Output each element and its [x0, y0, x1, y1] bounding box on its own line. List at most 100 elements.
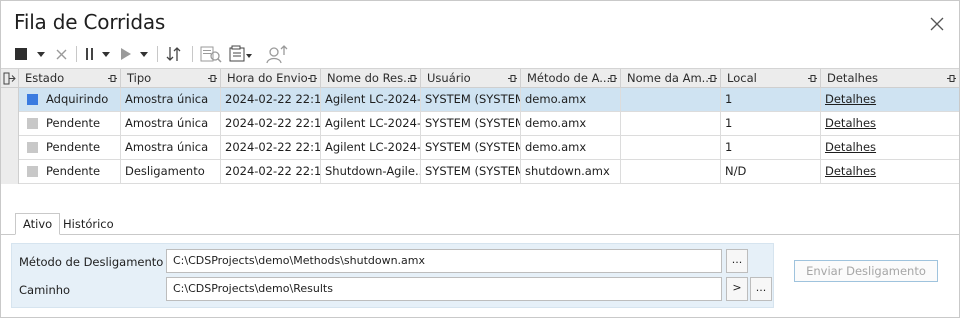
tabs-divider	[0, 234, 960, 235]
table-row[interactable]: Pendente Amostra única 2024-02-22 22:12.…	[1, 136, 959, 160]
details-link[interactable]: Detalhes	[825, 92, 876, 106]
cell-local: 1	[721, 112, 821, 136]
pin-icon[interactable]	[708, 74, 717, 83]
chevron-down-icon[interactable]	[36, 42, 46, 66]
cell-local: 1	[721, 136, 821, 160]
toolbar	[12, 42, 312, 66]
cell-detalhes: Detalhes	[821, 136, 959, 160]
cell-nome-resultado: Agilent LC-2024-...	[321, 136, 421, 160]
cell-local: N/D	[721, 160, 821, 184]
shutdown-method-field[interactable]: C:\CDSProjects\demo\Methods\shutdown.amx	[166, 249, 722, 273]
cell-nome-resultado: Agilent LC-2024-...	[321, 112, 421, 136]
cell-estado: Pendente	[19, 112, 121, 136]
row-selector[interactable]	[1, 88, 19, 112]
run-queue-grid: Estado Tipo Hora do Envio Nome do Res...…	[1, 68, 959, 214]
details-link[interactable]: Detalhes	[825, 116, 876, 130]
cell-nome-amostra	[621, 88, 721, 112]
pin-icon[interactable]	[508, 74, 517, 83]
path-label: Caminho	[19, 283, 71, 297]
cell-usuario: SYSTEM (SYSTEM)	[421, 160, 521, 184]
path-field[interactable]: C:\CDSProjects\demo\Results	[166, 277, 722, 301]
abort-icon[interactable]	[54, 42, 68, 66]
cell-usuario: SYSTEM (SYSTEM)	[421, 88, 521, 112]
reorder-icon[interactable]	[164, 42, 184, 66]
cell-nome-resultado: Shutdown-Agile...	[321, 160, 421, 184]
queue-view-icon[interactable]	[199, 42, 223, 66]
column-header-tipo[interactable]: Tipo	[121, 69, 221, 88]
toolbar-separator	[192, 46, 193, 62]
pause-icon[interactable]	[84, 42, 96, 66]
cell-tipo: Desligamento	[121, 160, 221, 184]
cell-metodo: demo.amx	[521, 88, 621, 112]
table-row[interactable]: Pendente Amostra única 2024-02-22 22:12.…	[1, 112, 959, 136]
column-header-hora-envio[interactable]: Hora do Envio	[221, 69, 321, 88]
details-link[interactable]: Detalhes	[825, 140, 876, 154]
details-link[interactable]: Detalhes	[825, 164, 876, 178]
toolbar-separator	[157, 46, 158, 62]
cell-nome-amostra	[621, 112, 721, 136]
cell-detalhes: Detalhes	[821, 112, 959, 136]
stop-icon[interactable]	[14, 42, 28, 66]
chevron-down-icon[interactable]	[139, 42, 149, 66]
cell-nome-resultado: Agilent LC-2024-...	[321, 88, 421, 112]
pin-icon[interactable]	[808, 74, 817, 83]
column-header-nome-amostra[interactable]: Nome da Am...	[621, 69, 721, 88]
column-header-usuario[interactable]: Usuário	[421, 69, 521, 88]
play-icon[interactable]	[120, 42, 132, 66]
cell-estado: Pendente	[19, 136, 121, 160]
cell-nome-amostra	[621, 136, 721, 160]
pin-icon[interactable]	[208, 74, 217, 83]
tab-ativo[interactable]: Ativo	[15, 213, 61, 235]
send-shutdown-button[interactable]: Enviar Desligamento	[794, 260, 938, 282]
chevron-down-icon[interactable]	[101, 42, 111, 66]
pin-icon[interactable]	[108, 74, 117, 83]
cell-tipo: Amostra única	[121, 88, 221, 112]
cell-metodo: shutdown.amx	[521, 160, 621, 184]
manage-queue-icon[interactable]	[227, 42, 253, 66]
cell-hora-envio: 2024-02-22 22:12...	[221, 136, 321, 160]
row-selector[interactable]	[1, 160, 19, 184]
pin-icon[interactable]	[947, 74, 956, 83]
cell-tipo: Amostra única	[121, 136, 221, 160]
pin-icon[interactable]	[308, 74, 317, 83]
status-pending-icon	[27, 166, 38, 177]
cell-metodo: demo.amx	[521, 112, 621, 136]
browse-method-button[interactable]: ...	[726, 249, 748, 273]
grid-header: Estado Tipo Hora do Envio Nome do Res...…	[1, 68, 959, 88]
column-header-local[interactable]: Local	[721, 69, 821, 88]
cell-usuario: SYSTEM (SYSTEM)	[421, 112, 521, 136]
row-selector[interactable]	[1, 112, 19, 136]
status-pending-icon	[27, 142, 38, 153]
browse-path-button[interactable]: ...	[750, 277, 772, 301]
column-header-detalhes[interactable]: Detalhes	[821, 69, 959, 88]
status-acquiring-icon	[27, 94, 38, 105]
table-row[interactable]: Pendente Desligamento 2024-02-22 22:14..…	[1, 160, 959, 184]
path-arrow-button[interactable]: >	[726, 277, 748, 301]
cell-hora-envio: 2024-02-22 22:12...	[221, 88, 321, 112]
close-icon[interactable]	[926, 13, 948, 35]
cell-local: 1	[721, 88, 821, 112]
cell-tipo: Amostra única	[121, 112, 221, 136]
column-header-estado[interactable]: Estado	[19, 69, 121, 88]
cell-detalhes: Detalhes	[821, 88, 959, 112]
cell-nome-amostra	[621, 160, 721, 184]
column-chooser-icon[interactable]	[1, 69, 19, 88]
status-pending-icon	[27, 118, 38, 129]
pin-icon[interactable]	[608, 74, 617, 83]
row-selector[interactable]	[1, 136, 19, 160]
cell-estado: Adquirindo	[19, 88, 121, 112]
cell-estado: Pendente	[19, 160, 121, 184]
toolbar-separator	[76, 46, 77, 62]
cell-hora-envio: 2024-02-22 22:14...	[221, 160, 321, 184]
cell-detalhes: Detalhes	[821, 160, 959, 184]
cell-metodo: demo.amx	[521, 136, 621, 160]
shutdown-method-label: Método de Desligamento	[19, 255, 164, 269]
window-title: Fila de Corridas	[14, 10, 166, 34]
tab-historico[interactable]: Histórico	[56, 214, 121, 235]
cell-usuario: SYSTEM (SYSTEM)	[421, 136, 521, 160]
table-row[interactable]: Adquirindo Amostra única 2024-02-22 22:1…	[1, 88, 959, 112]
column-header-metodo[interactable]: Método de A...	[521, 69, 621, 88]
pin-icon[interactable]	[408, 74, 417, 83]
user-upload-icon[interactable]	[264, 42, 290, 66]
column-header-nome-resultado[interactable]: Nome do Res...	[321, 69, 421, 88]
